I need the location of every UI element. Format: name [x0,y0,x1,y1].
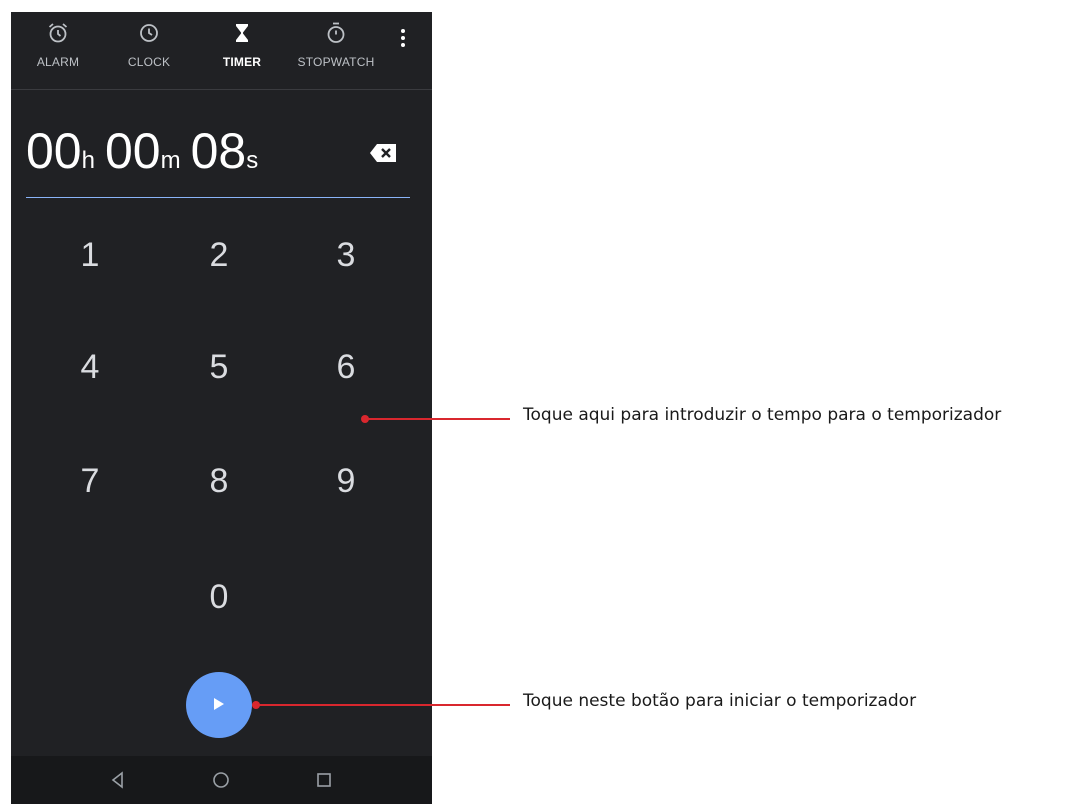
seconds-unit: s [246,147,259,174]
alarm-icon [48,23,68,43]
system-nav-bar [11,756,432,804]
stopwatch-icon [327,22,345,43]
timer-display: 00h 00m 08s [26,117,410,198]
backspace-icon[interactable] [369,141,399,165]
tab-bar: ALARM CLOCK TIMER STOPWATCH [11,12,432,90]
start-callout-text: Toque neste botão para iniciar o tempori… [523,691,917,711]
play-icon [214,698,224,710]
hourglass-icon [236,24,248,42]
key-8[interactable]: 8 [174,446,264,516]
key-2[interactable]: 2 [174,220,264,290]
key-4[interactable]: 4 [45,332,135,402]
recents-icon[interactable] [314,770,334,790]
key-1[interactable]: 1 [45,220,135,290]
clock-icon [140,24,158,42]
keypad-callout-line [365,418,510,420]
key-7[interactable]: 7 [45,446,135,516]
seconds-value: 08 [190,123,247,179]
time-readout: 00h 00m 08s [26,123,258,179]
key-3[interactable]: 3 [301,220,391,290]
key-5[interactable]: 5 [174,332,264,402]
tab-stopwatch-label: STOPWATCH [297,55,375,69]
tab-alarm-label: ALARM [36,55,80,69]
tab-alarm[interactable]: ALARM [32,12,84,88]
keypad-callout-text: Toque aqui para introduzir o tempo para … [523,405,1002,425]
tab-timer[interactable]: TIMER [216,12,268,88]
start-button[interactable] [186,672,252,738]
home-icon[interactable] [211,770,231,790]
tab-timer-label: TIMER [222,55,262,69]
start-callout-line [256,704,510,706]
tab-clock[interactable]: CLOCK [123,12,175,88]
key-0[interactable]: 0 [174,562,264,632]
more-options-icon[interactable] [391,26,415,50]
back-icon[interactable] [108,770,128,790]
hours-value: 00 [26,123,82,179]
key-6[interactable]: 6 [301,332,391,402]
key-9[interactable]: 9 [301,446,391,516]
tab-stopwatch[interactable]: STOPWATCH [290,12,382,88]
page: ALARM CLOCK TIMER STOPWATCH 00h 00m 08s … [0,0,1091,804]
tab-clock-label: CLOCK [127,55,171,69]
minutes-unit: m [160,147,181,174]
minutes-value: 00 [104,123,161,179]
timer-screen: ALARM CLOCK TIMER STOPWATCH 00h 00m 08s … [11,12,432,804]
hours-unit: h [81,147,95,174]
